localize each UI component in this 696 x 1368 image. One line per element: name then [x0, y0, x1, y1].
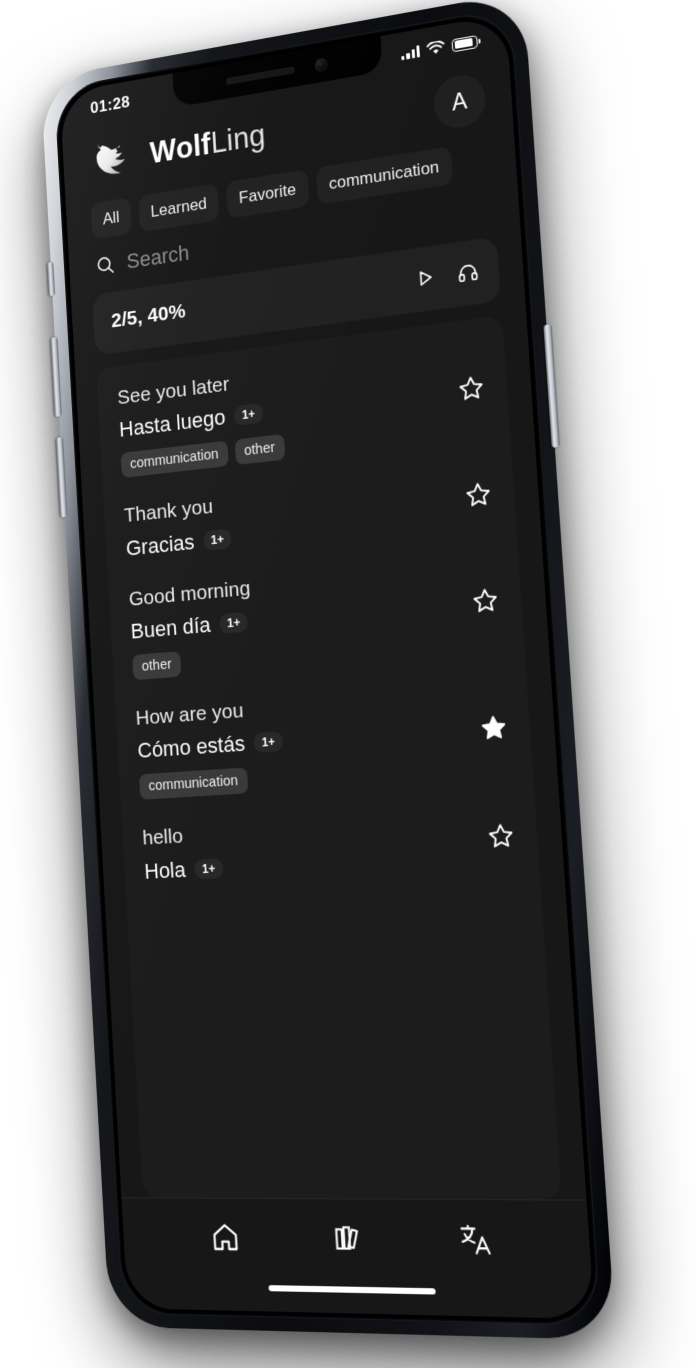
phone-mockup-scene: 01:28 WolfLing A All Learned Favorite co…	[0, 0, 696, 1368]
entry-target: Cómo estás	[136, 731, 246, 764]
tag[interactable]: other	[234, 434, 286, 466]
favorite-star-icon-filled[interactable]	[479, 713, 508, 743]
phone-bezel: 01:28 WolfLing A All Learned Favorite co…	[54, 6, 602, 1326]
translate-icon	[458, 1222, 492, 1256]
wolf-head-logo	[95, 138, 126, 177]
search-icon	[95, 253, 116, 277]
search-input[interactable]: Search	[126, 240, 190, 274]
entry-list: See you later Hasta luego 1+ communicati…	[96, 315, 562, 1200]
favorite-star-icon[interactable]	[486, 821, 515, 850]
entry-target: Buen día	[130, 612, 212, 644]
app-title: WolfLing	[148, 116, 267, 170]
status-indicators	[401, 34, 478, 61]
tag[interactable]: communication	[120, 440, 229, 479]
screenshot-root: 01:28 WolfLing A All Learned Favorite co…	[0, 0, 696, 1368]
cellular-bars-icon	[401, 45, 420, 61]
headphones-icon[interactable]	[456, 259, 479, 284]
play-icon[interactable]	[413, 266, 436, 291]
battery-icon	[451, 34, 478, 52]
tag[interactable]: communication	[138, 767, 248, 801]
entry-count-badge: 1+	[233, 403, 264, 427]
phone-device: 01:28 WolfLing A All Learned Favorite co…	[40, 0, 617, 1340]
entry-count-badge: 1+	[253, 731, 284, 754]
entry-source: hello	[141, 825, 184, 850]
progress-actions	[413, 259, 479, 290]
avatar[interactable]: A	[432, 71, 488, 132]
entry-target: Hola	[143, 856, 187, 884]
entry-count-badge: 1+	[219, 611, 249, 634]
brand-bold: Wolf	[148, 126, 212, 170]
favorite-star-icon[interactable]	[457, 373, 486, 404]
wifi-icon	[426, 40, 445, 55]
home-icon	[209, 1220, 241, 1253]
status-time: 01:28	[89, 92, 131, 118]
nav-item-home[interactable]	[164, 1220, 286, 1254]
tag[interactable]: other	[132, 651, 182, 681]
favorite-star-icon[interactable]	[464, 479, 493, 509]
chip-all[interactable]: All	[90, 197, 133, 240]
phone-screen: 01:28 WolfLing A All Learned Favorite co…	[59, 13, 595, 1320]
progress-label: 2/5, 40%	[110, 299, 187, 333]
books-icon	[331, 1221, 364, 1254]
favorite-star-icon[interactable]	[471, 586, 500, 616]
brand-light: Ling	[209, 116, 267, 160]
bottom-nav	[121, 1197, 593, 1292]
nav-item-translate[interactable]	[410, 1222, 543, 1257]
entry-count-badge: 1+	[194, 858, 224, 880]
entry-target: Gracias	[125, 529, 196, 561]
entry-count-badge: 1+	[202, 528, 232, 551]
entry-target: Hasta luego	[118, 404, 227, 442]
